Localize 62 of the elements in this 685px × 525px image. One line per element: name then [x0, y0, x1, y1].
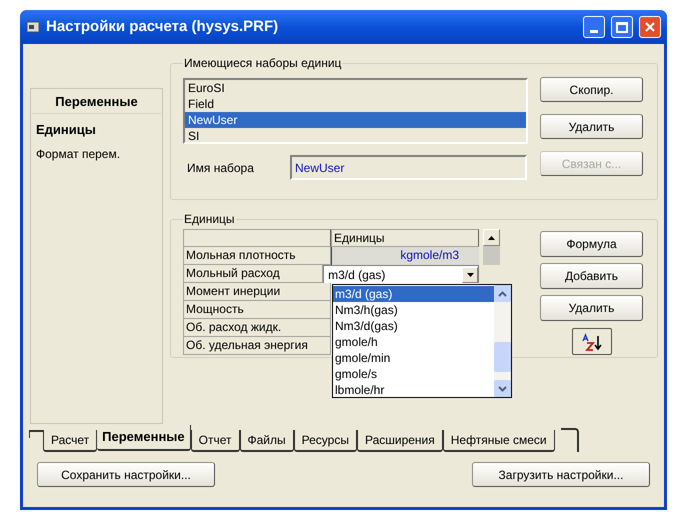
set-name-field[interactable]: NewUser: [290, 155, 527, 180]
maximize-icon: [616, 22, 628, 32]
table-cell: Мольная плотность: [183, 247, 331, 265]
unit-combo-box[interactable]: m3/d (gas): [323, 265, 479, 284]
unit-sets-list[interactable]: EuroSI Field NewUser SI: [183, 78, 528, 144]
sort-button[interactable]: [572, 328, 612, 355]
close-button[interactable]: [639, 16, 661, 38]
window-title: Настройки расчета (hysys.PRF): [46, 16, 280, 37]
list-item[interactable]: SI: [185, 128, 526, 142]
table-cell: Мольный расход: [183, 265, 324, 283]
action-button[interactable]: Добавить: [540, 263, 643, 289]
table-cell: Мощность: [183, 301, 331, 319]
dropdown-option[interactable]: m3/d (gas): [333, 286, 494, 302]
table-scrollbar[interactable]: [483, 229, 500, 265]
scroll-thumb[interactable]: [494, 342, 511, 372]
action-button[interactable]: Формула: [540, 231, 643, 257]
combo-value: m3/d (gas): [327, 266, 386, 284]
scroll-down-button[interactable]: [494, 380, 511, 397]
tab[interactable]: Файлы: [240, 430, 294, 452]
dropdown-option[interactable]: gmole/s: [333, 366, 494, 382]
tab[interactable]: Отчет: [190, 430, 240, 452]
sidebar-item[interactable]: Формат перем.: [34, 142, 159, 166]
tab[interactable]: Расширения: [356, 430, 443, 452]
up-arrow-icon: [488, 236, 495, 240]
dropdown-option[interactable]: Nm3/h(gas): [333, 302, 494, 318]
action-button[interactable]: Скопир.: [540, 77, 643, 102]
table-cell: Момент инерции: [183, 283, 331, 301]
list-item[interactable]: NewUser: [185, 112, 526, 128]
action-button[interactable]: Удалить: [540, 114, 643, 139]
dropdown-scrollbar[interactable]: [494, 285, 511, 397]
tab-scroll-edge: [560, 428, 579, 452]
dropdown-option[interactable]: gmole/min: [333, 350, 494, 366]
down-chevron-icon: [498, 386, 507, 392]
tab[interactable]: Расчет: [43, 430, 98, 452]
minimize-button[interactable]: [583, 16, 605, 38]
table-cell: kgmole/m3: [331, 247, 479, 265]
field-label: Имя набора: [187, 160, 255, 176]
up-chevron-icon: [498, 290, 507, 296]
minimize-icon: [590, 30, 598, 33]
list-item[interactable]: Field: [185, 96, 526, 112]
table-cell: Об. удельная энергия: [183, 337, 331, 355]
tab[interactable]: Переменные: [97, 425, 191, 451]
footer-button[interactable]: Загрузить настройки...: [472, 462, 650, 487]
sidebar-item[interactable]: Единицы: [34, 118, 159, 142]
scroll-up-button[interactable]: [483, 229, 500, 246]
app-icon: [26, 20, 40, 34]
tab[interactable]: Ресурсы: [294, 430, 357, 452]
group-title: Единицы: [183, 211, 236, 228]
sort-az-icon: [580, 332, 602, 350]
dropdown-option[interactable]: gmole/h: [333, 334, 494, 350]
dropdown-option[interactable]: lbmole/hr: [333, 382, 494, 398]
dropdown-list[interactable]: m3/d (gas) Nm3/h(gas) Nm3/d(gas) gmole/h gmole/min gmole/s lbmole/hr: [332, 284, 512, 398]
maximize-button[interactable]: [611, 16, 633, 38]
footer-button[interactable]: Сохранить настройки...: [37, 462, 215, 487]
group-title: Имеющиеся наборы единиц: [183, 55, 342, 72]
tab[interactable]: Нефтяные смеси: [442, 430, 555, 452]
table-cell: Об. расход жидк.: [183, 319, 331, 337]
dropdown-option[interactable]: Nm3/d(gas): [333, 318, 494, 334]
action-button[interactable]: Удалить: [540, 295, 643, 321]
list-item[interactable]: EuroSI: [185, 80, 526, 96]
close-icon: [644, 21, 656, 33]
table-header: Единицы: [331, 229, 479, 247]
